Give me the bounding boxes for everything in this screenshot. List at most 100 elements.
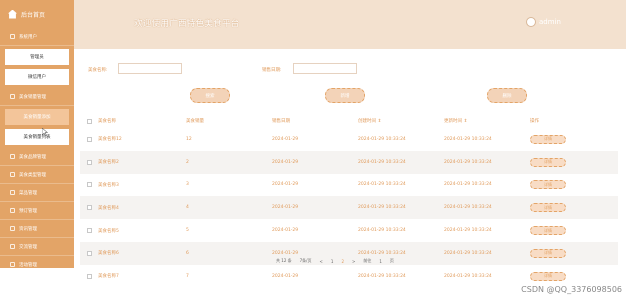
sidebar-sub-admin[interactable]: 管理员 [4, 48, 70, 66]
detail-button[interactable]: 详情 [530, 180, 566, 190]
mouse-cursor-icon [42, 128, 48, 136]
sidebar-menu-label: 美食类型管理 [19, 172, 46, 178]
chart-icon [10, 94, 15, 99]
col-header-updated[interactable]: 更新时间 ⇕ [444, 118, 530, 124]
cell-date: 2024-01-29 [272, 228, 299, 234]
sale-date-input[interactable] [293, 63, 357, 74]
tag-icon [10, 154, 15, 159]
cell-count: 4 [186, 205, 189, 211]
row-checkbox[interactable] [87, 205, 92, 211]
sidebar-menu-sales[interactable]: 美食销量管理 [0, 88, 74, 106]
pager-total: 共 12 条 [276, 258, 292, 263]
row-checkbox[interactable] [87, 136, 92, 142]
sidebar-sub-sales-add[interactable]: 美食销量添加 [4, 108, 70, 126]
pager-page-unit: 页 [389, 258, 394, 263]
search-button[interactable]: 搜索 [190, 88, 230, 103]
header: 欢迎使用广西特色美食平台 admin [74, 0, 626, 49]
sidebar-menu-label: 交流管理 [19, 244, 37, 250]
detail-button[interactable]: 详情 [530, 203, 566, 213]
col-header-count: 美食销量 [186, 119, 204, 124]
avatar[interactable] [526, 17, 536, 27]
cell-date: 2024-01-29 [272, 182, 299, 188]
sort-icon: ⇕ [463, 119, 468, 124]
col-header-created[interactable]: 创建时间 ⇕ [358, 118, 444, 124]
sale-date-label: 销售日期: [262, 68, 282, 73]
detail-button[interactable]: 详情 [530, 157, 566, 167]
cell-date: 2024-01-29 [272, 159, 299, 165]
cell-created: 2024-01-29 10:33:24 [358, 159, 406, 165]
cell-created: 2024-01-29 10:33:24 [358, 250, 406, 256]
list-icon [10, 172, 15, 177]
row-checkbox[interactable] [87, 228, 92, 234]
table-row: 美食名称3 3 2024-01-29 2024-01-29 10:33:24 2024-… [80, 174, 618, 197]
chat-icon [10, 244, 15, 249]
sidebar-menu-label: 美食品牌管理 [19, 154, 46, 160]
select-all-checkbox[interactable] [87, 118, 92, 124]
table-row: 美食名称12 12 2024-01-29 2024-01-29 10:33:24 202… [80, 128, 618, 151]
pager-page-2[interactable]: 2 [341, 259, 344, 264]
calendar-icon [10, 208, 15, 213]
pager-page-input[interactable]: 1 [379, 259, 382, 264]
detail-button[interactable]: 详情 [530, 271, 566, 281]
cell-count: 5 [186, 228, 189, 234]
cell-updated: 2024-01-29 10:33:24 [444, 182, 492, 188]
sidebar-menu-news[interactable]: 资讯管理 [0, 220, 74, 238]
cell-updated: 2024-01-29 10:33:24 [444, 205, 492, 211]
detail-button[interactable]: 详情 [530, 226, 566, 236]
sidebar-menu-type[interactable]: 美食类型管理 [0, 166, 74, 184]
sidebar-sub-sales-list[interactable]: 美食销量列表 [4, 128, 70, 146]
pager-prev-button[interactable]: < [320, 259, 323, 264]
pager-size-select[interactable]: 7条/页 [300, 258, 312, 264]
sidebar-menu-label: 美食销量管理 [19, 94, 46, 100]
cell-updated: 2024-01-29 10:33:24 [444, 159, 492, 165]
detail-button[interactable]: 详情 [530, 248, 566, 258]
page: 后台首页 系统用户 管理员 微信用户 美食销量管理 美食销量添加 美食销量列表 … [0, 0, 626, 302]
row-checkbox[interactable] [87, 273, 92, 279]
cell-name: 美食名称2 [98, 160, 119, 166]
table-row: 美食名称5 5 2024-01-29 2024-01-29 10:33:24 2024-… [80, 219, 618, 242]
row-checkbox[interactable] [87, 182, 92, 188]
cell-date: 2024-01-29 [272, 250, 299, 256]
cell-created: 2024-01-29 10:33:24 [358, 228, 406, 234]
detail-button[interactable]: 详情 [530, 134, 566, 144]
watermark: CSDN @QQ_3376098506 [521, 285, 622, 294]
sort-icon: ⇕ [377, 119, 382, 124]
sidebar-sub-wechat-user[interactable]: 微信用户 [4, 68, 70, 86]
cell-name: 美食名称3 [98, 182, 119, 188]
delete-button[interactable]: 删除 [487, 88, 527, 103]
sidebar-home[interactable]: 后台首页 [0, 0, 74, 28]
cell-name: 美食名称4 [98, 205, 119, 211]
sidebar-menu-system-users[interactable]: 系统用户 [0, 28, 74, 46]
sidebar-menu-activity[interactable]: 活动管理 [0, 256, 74, 274]
pagination: 共 12 条 7条/页 < 1 2 > 前往 1 页 [276, 258, 394, 264]
sidebar-home-label: 后台首页 [21, 11, 46, 19]
news-icon [10, 226, 15, 231]
cell-name: 美食名称5 [98, 228, 119, 234]
sidebar-menu-brand[interactable]: 美食品牌管理 [0, 148, 74, 166]
star-icon [10, 262, 15, 267]
cell-updated: 2024-01-29 10:33:24 [444, 273, 492, 279]
row-checkbox[interactable] [87, 159, 92, 165]
sidebar-menu-dish[interactable]: 菜品管理 [0, 184, 74, 202]
sidebar-menu-label: 预订管理 [19, 208, 37, 214]
user-name[interactable]: admin [539, 18, 561, 26]
cell-created: 2024-01-29 10:33:24 [358, 182, 406, 188]
food-name-label: 美食名称: [88, 68, 108, 73]
cell-count: 12 [186, 136, 192, 142]
pager-next-button[interactable]: > [352, 259, 355, 264]
sidebar-menu-reserve[interactable]: 预订管理 [0, 202, 74, 220]
row-checkbox[interactable] [87, 250, 92, 256]
col-header-action: 操作 [530, 119, 539, 124]
sidebar-menu-forum[interactable]: 交流管理 [0, 238, 74, 256]
food-name-input[interactable] [118, 63, 182, 74]
cell-updated: 2024-01-29 10:33:24 [444, 136, 492, 142]
home-icon [8, 9, 17, 19]
add-button[interactable]: 新增 [325, 88, 365, 103]
cell-date: 2024-01-29 [272, 273, 299, 279]
pager-page-1[interactable]: 1 [331, 259, 334, 264]
pager-goto-label: 前往 [363, 258, 372, 263]
cell-count: 7 [186, 273, 189, 279]
cell-created: 2024-01-29 10:33:24 [358, 205, 406, 211]
table-row: 美食名称4 4 2024-01-29 2024-01-29 10:33:24 2024-… [80, 196, 618, 220]
sidebar-menu-label: 菜品管理 [19, 190, 37, 196]
